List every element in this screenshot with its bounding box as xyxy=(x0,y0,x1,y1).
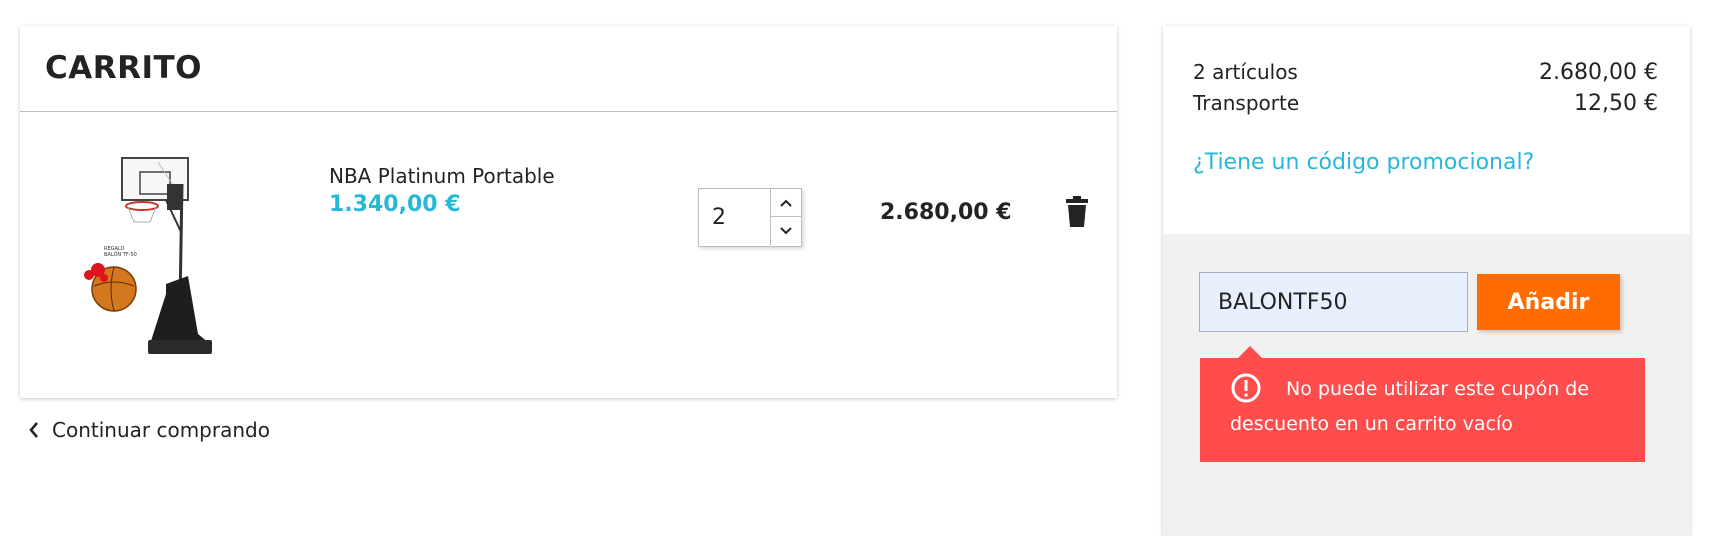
quantity-decrease-button[interactable] xyxy=(770,217,801,245)
cart-card: CARRITO REGALO BALÓN TF-50 NBA Platinum … xyxy=(20,26,1117,398)
chevron-down-icon xyxy=(780,227,792,235)
shipping-value: 12,50 € xyxy=(1574,91,1658,116)
promo-code-section: Añadir No puede utilizar este cupón de d… xyxy=(1163,234,1690,536)
continue-shopping-label: Continuar comprando xyxy=(52,418,270,442)
quantity-increase-button[interactable] xyxy=(770,189,801,217)
error-message: No puede utilizar este cupón de descuent… xyxy=(1230,378,1590,435)
chevron-up-icon xyxy=(780,199,792,207)
quantity-input[interactable] xyxy=(699,189,770,246)
cart-title: CARRITO xyxy=(45,50,203,86)
continue-shopping-link[interactable]: Continuar comprando xyxy=(28,418,270,442)
promo-code-link[interactable]: ¿Tiene un código promocional? xyxy=(1193,150,1534,175)
items-value: 2.680,00 € xyxy=(1539,60,1658,85)
items-row: 2 artículos 2.680,00 € xyxy=(1193,60,1658,85)
add-promo-button[interactable]: Añadir xyxy=(1477,274,1620,330)
product-unit-price: 1.340,00 € xyxy=(329,192,461,217)
shipping-label: Transporte xyxy=(1193,91,1300,115)
alert-pointer xyxy=(1238,346,1262,358)
error-alert: No puede utilizar este cupón de descuent… xyxy=(1200,346,1645,462)
trash-icon[interactable] xyxy=(1064,196,1090,228)
cart-summary: 2 artículos 2.680,00 € Transporte 12,50 … xyxy=(1163,26,1690,536)
line-total: 2.680,00 € xyxy=(880,200,1012,225)
product-image[interactable]: REGALO BALÓN TF-50 xyxy=(70,154,275,379)
alert-icon xyxy=(1231,373,1261,402)
chevron-left-icon xyxy=(29,422,38,438)
shipping-row: Transporte 12,50 € xyxy=(1193,91,1658,116)
svg-text:BALÓN TF-50: BALÓN TF-50 xyxy=(104,251,137,258)
promo-code-input[interactable] xyxy=(1199,272,1468,332)
items-label: 2 artículos xyxy=(1193,60,1298,84)
product-name[interactable]: NBA Platinum Portable xyxy=(329,164,555,188)
divider xyxy=(20,111,1117,112)
quantity-stepper xyxy=(698,188,802,247)
